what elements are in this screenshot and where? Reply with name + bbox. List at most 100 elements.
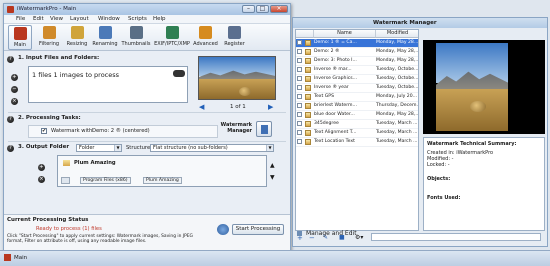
- start-processing-button[interactable]: Start Processing: [232, 224, 284, 235]
- clear-input-icon[interactable]: ×: [11, 98, 18, 105]
- table-row[interactable]: Demo: 2 ® Monday, May 28,...: [296, 48, 418, 57]
- row-modified: Tuesday, Octobe...: [376, 85, 419, 90]
- tab-resizing[interactable]: Resizing: [65, 25, 89, 50]
- next-image-icon[interactable]: ▶: [268, 103, 273, 111]
- prev-image-icon[interactable]: ◀: [199, 103, 204, 111]
- row-name: Text Location Text: [314, 139, 355, 144]
- watermark-with-label: Watermark with:: [51, 128, 95, 134]
- path-segment[interactable]: Plum Amazing: [143, 177, 182, 184]
- menu-layout[interactable]: Layout: [70, 16, 89, 22]
- minimize-button[interactable]: –: [242, 5, 255, 13]
- menu-help[interactable]: Help: [153, 16, 166, 22]
- row-name: Text Alignment T...: [314, 130, 357, 135]
- table-row[interactable]: Text Location Text Tuesday, March ...: [296, 138, 418, 147]
- row-modified: Monday, May 28,...: [376, 112, 419, 117]
- row-checkbox[interactable]: [297, 76, 302, 81]
- row-checkbox[interactable]: [297, 58, 302, 63]
- table-row[interactable]: Text GPS Monday, July 20...: [296, 93, 418, 102]
- maximize-button[interactable]: □: [256, 5, 269, 13]
- window-title: iWatermarkPro - Main: [17, 6, 77, 12]
- technical-summary: Watermark Technical Summary: Created in:…: [423, 137, 545, 231]
- row-name: Demo: 1 ® = Ca...: [314, 40, 357, 45]
- input-files-summary: 1 files 1 images to process: [32, 71, 120, 79]
- output-folder-box[interactable]: Plum Amazing Program Files (x86) Plum Am…: [57, 155, 267, 187]
- add-input-icon[interactable]: +: [11, 74, 18, 81]
- table-row[interactable]: Text Alignment T... Tuesday, March ...: [296, 129, 418, 138]
- watermark-preview: [423, 40, 545, 134]
- table-row[interactable]: 345degree Tuesday, March ...: [296, 120, 418, 129]
- menu-window[interactable]: Window: [98, 16, 120, 22]
- table-row[interactable]: Demo: 3: Photo I... Monday, May 28,...: [296, 57, 418, 66]
- menu-view[interactable]: View: [50, 16, 63, 22]
- input-files-list[interactable]: 1 files 1 images to process: [28, 66, 188, 103]
- section-tasks-title: 2. Processing Tasks:: [18, 115, 81, 121]
- watermark-icon: [305, 49, 311, 55]
- watermark-icon: [305, 67, 311, 73]
- table-row[interactable]: Inverse Graphics... Tuesday, Octobe...: [296, 75, 418, 84]
- status-panel: Current Processing Status Ready to proce…: [4, 214, 290, 250]
- manager-title-bar[interactable]: Watermark Manager: [293, 18, 547, 28]
- tab-main[interactable]: Main: [8, 25, 32, 50]
- menu-edit[interactable]: Edit: [33, 16, 44, 22]
- table-row[interactable]: brierlest Waterm... Thursday, Decem...: [296, 102, 419, 111]
- exif-icon: [165, 26, 179, 39]
- output-folder-select[interactable]: Folder ▼: [76, 144, 122, 152]
- clear-output-icon[interactable]: ×: [38, 176, 45, 183]
- structure-select[interactable]: Flat structure (no sub-folders) ▼: [150, 144, 274, 152]
- column-header-icon[interactable]: [296, 30, 314, 38]
- row-modified: Tuesday, March ...: [376, 139, 418, 144]
- watermark-list[interactable]: Name Modified Demo: 1 ® = Ca... Monday, M…: [295, 29, 419, 231]
- tab-filtering[interactable]: Filtering: [37, 25, 61, 50]
- tab-thumbnails[interactable]: Thumbnails: [121, 25, 151, 50]
- row-name: Inverse ® year: [314, 85, 349, 90]
- path-segment[interactable]: Program Files (x86): [80, 177, 131, 184]
- tab-renaming[interactable]: Renaming: [92, 25, 118, 50]
- tab-exif[interactable]: EXIF/IPTC/XMP: [153, 25, 191, 50]
- row-checkbox[interactable]: [297, 112, 302, 117]
- row-checkbox[interactable]: [297, 94, 302, 99]
- watermark-search-input[interactable]: [371, 233, 541, 241]
- menu-file[interactable]: File: [16, 16, 25, 22]
- watermark-manager-label: Watermark Manager: [220, 122, 252, 134]
- row-checkbox[interactable]: [297, 103, 302, 108]
- watermark-icon: [305, 94, 311, 100]
- start-icon[interactable]: [217, 224, 229, 235]
- column-header-name[interactable]: Name: [314, 30, 376, 38]
- tab-register[interactable]: Register: [222, 25, 247, 50]
- table-row[interactable]: blue door Water... Monday, May 28,...: [296, 111, 419, 120]
- output-scroll-icon[interactable]: ▼: [270, 174, 275, 181]
- remove-input-icon[interactable]: −: [11, 86, 18, 93]
- taskbar-label[interactable]: Main: [14, 255, 27, 261]
- app-icon[interactable]: [4, 254, 11, 261]
- row-checkbox[interactable]: [297, 85, 302, 90]
- tab-advanced[interactable]: Advanced: [192, 25, 219, 50]
- input-preview-image: [198, 56, 276, 100]
- add-output-icon[interactable]: +: [38, 164, 45, 171]
- title-bar[interactable]: iWatermarkPro - Main – □ ×: [4, 4, 290, 15]
- row-checkbox[interactable]: [297, 130, 302, 135]
- watermark-checkbox[interactable]: ✔: [41, 128, 47, 134]
- row-checkbox[interactable]: [297, 40, 302, 45]
- row-modified: Thursday, Decem...: [376, 103, 419, 108]
- watermark-icon: [305, 112, 311, 118]
- preview-image: [436, 43, 508, 131]
- table-row[interactable]: Inverse ® year Tuesday, Octobe...: [296, 84, 419, 93]
- close-button[interactable]: ×: [270, 5, 288, 13]
- input-options-icon[interactable]: [173, 70, 185, 77]
- row-checkbox[interactable]: [297, 67, 302, 72]
- table-row[interactable]: Demo: 1 ® = Ca... Monday, May 28...: [296, 39, 418, 48]
- column-header-modified[interactable]: Modified: [376, 30, 418, 38]
- row-checkbox[interactable]: [297, 139, 302, 144]
- watermark-manager-button[interactable]: [256, 121, 272, 137]
- path-back-icon[interactable]: [61, 177, 70, 184]
- row-checkbox[interactable]: [297, 49, 302, 54]
- tasks-help-icon[interactable]: ?: [7, 116, 14, 123]
- table-row[interactable]: Inverse ® mar... Tuesday, Octobe...: [296, 66, 418, 75]
- manager-title: Watermark Manager: [373, 20, 437, 26]
- output-scroll-icon[interactable]: ▲: [270, 162, 275, 169]
- row-checkbox[interactable]: [297, 121, 302, 126]
- output-help-icon[interactable]: ?: [7, 145, 14, 152]
- menu-scripts[interactable]: Scripts: [128, 16, 147, 22]
- main-window: iWatermarkPro - Main – □ × File Edit Vie…: [3, 3, 291, 261]
- input-help-icon[interactable]: ?: [7, 56, 14, 63]
